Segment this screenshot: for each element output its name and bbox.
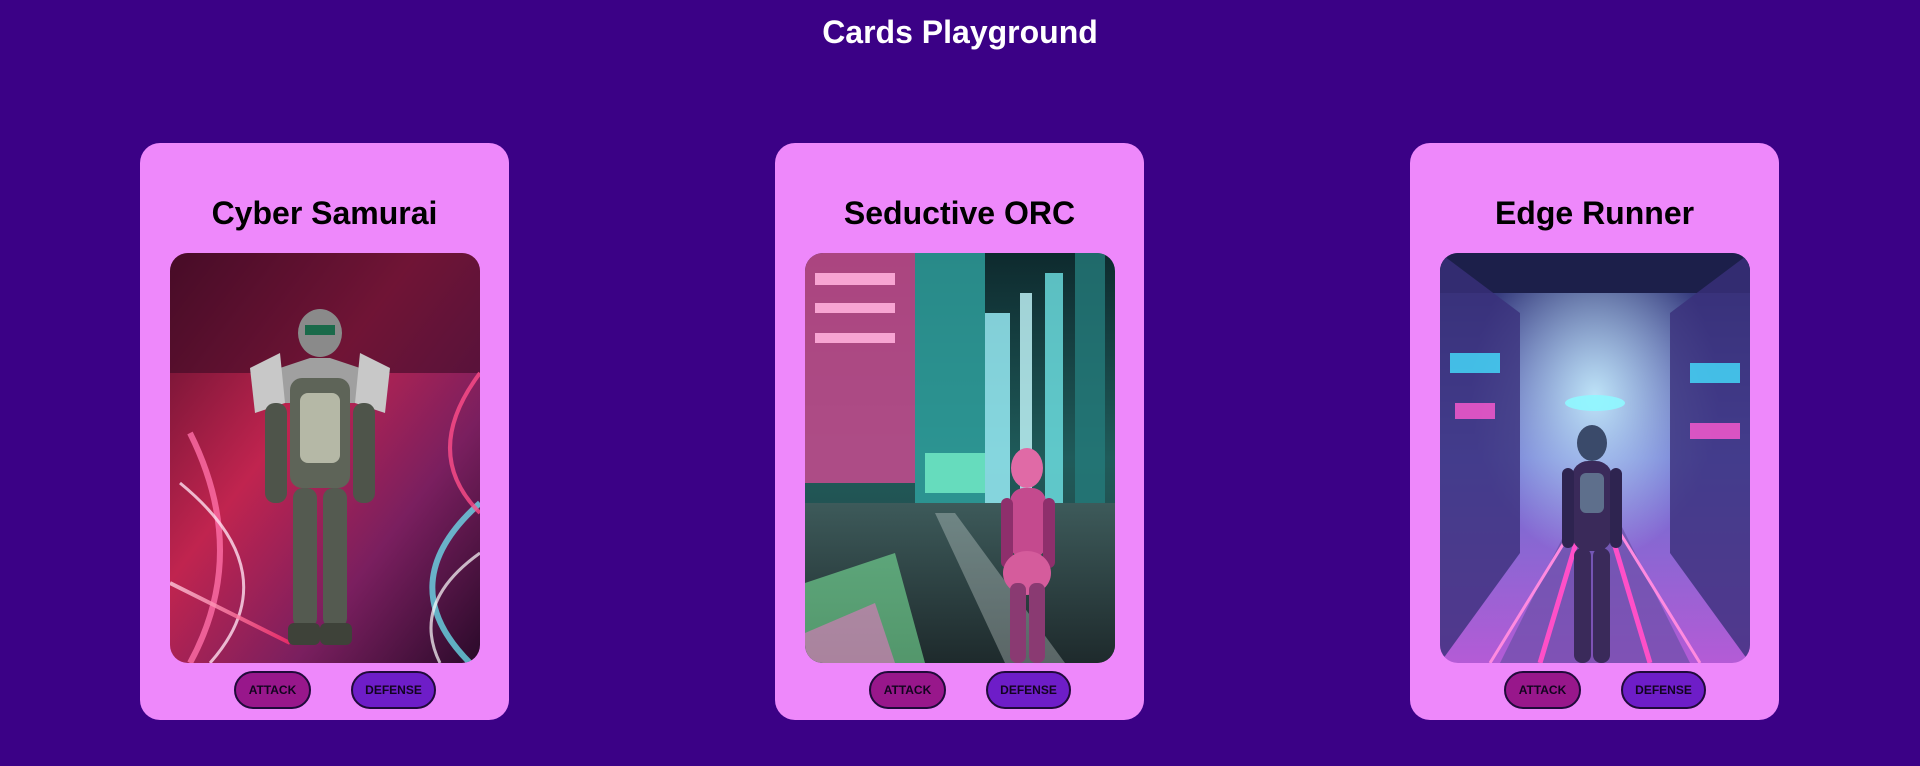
card-seductive-orc: Seductive ORC ATTACK DEFENSE bbox=[775, 143, 1144, 720]
runner-neon-corridor-image bbox=[1440, 253, 1750, 663]
page-title: Cards Playground bbox=[822, 14, 1098, 50]
armored-cyborg-warrior-image bbox=[170, 253, 480, 663]
defense-button[interactable]: DEFENSE bbox=[351, 671, 436, 709]
card-title: Seductive ORC bbox=[843, 195, 1076, 231]
card-cyber-samurai: Cyber Samurai ATTACK DEFENSE bbox=[140, 143, 509, 720]
attack-button[interactable]: ATTACK bbox=[1504, 671, 1581, 709]
defense-button[interactable]: DEFENSE bbox=[986, 671, 1071, 709]
defense-button[interactable]: DEFENSE bbox=[1621, 671, 1706, 709]
card-edge-runner: Edge Runner ATTACK DEFENSE bbox=[1410, 143, 1779, 720]
attack-button[interactable]: ATTACK bbox=[869, 671, 946, 709]
card-title: Cyber Samurai bbox=[211, 195, 438, 231]
card-title: Edge Runner bbox=[1494, 195, 1695, 231]
cyborg-woman-city-image bbox=[805, 253, 1115, 663]
attack-button[interactable]: ATTACK bbox=[234, 671, 311, 709]
